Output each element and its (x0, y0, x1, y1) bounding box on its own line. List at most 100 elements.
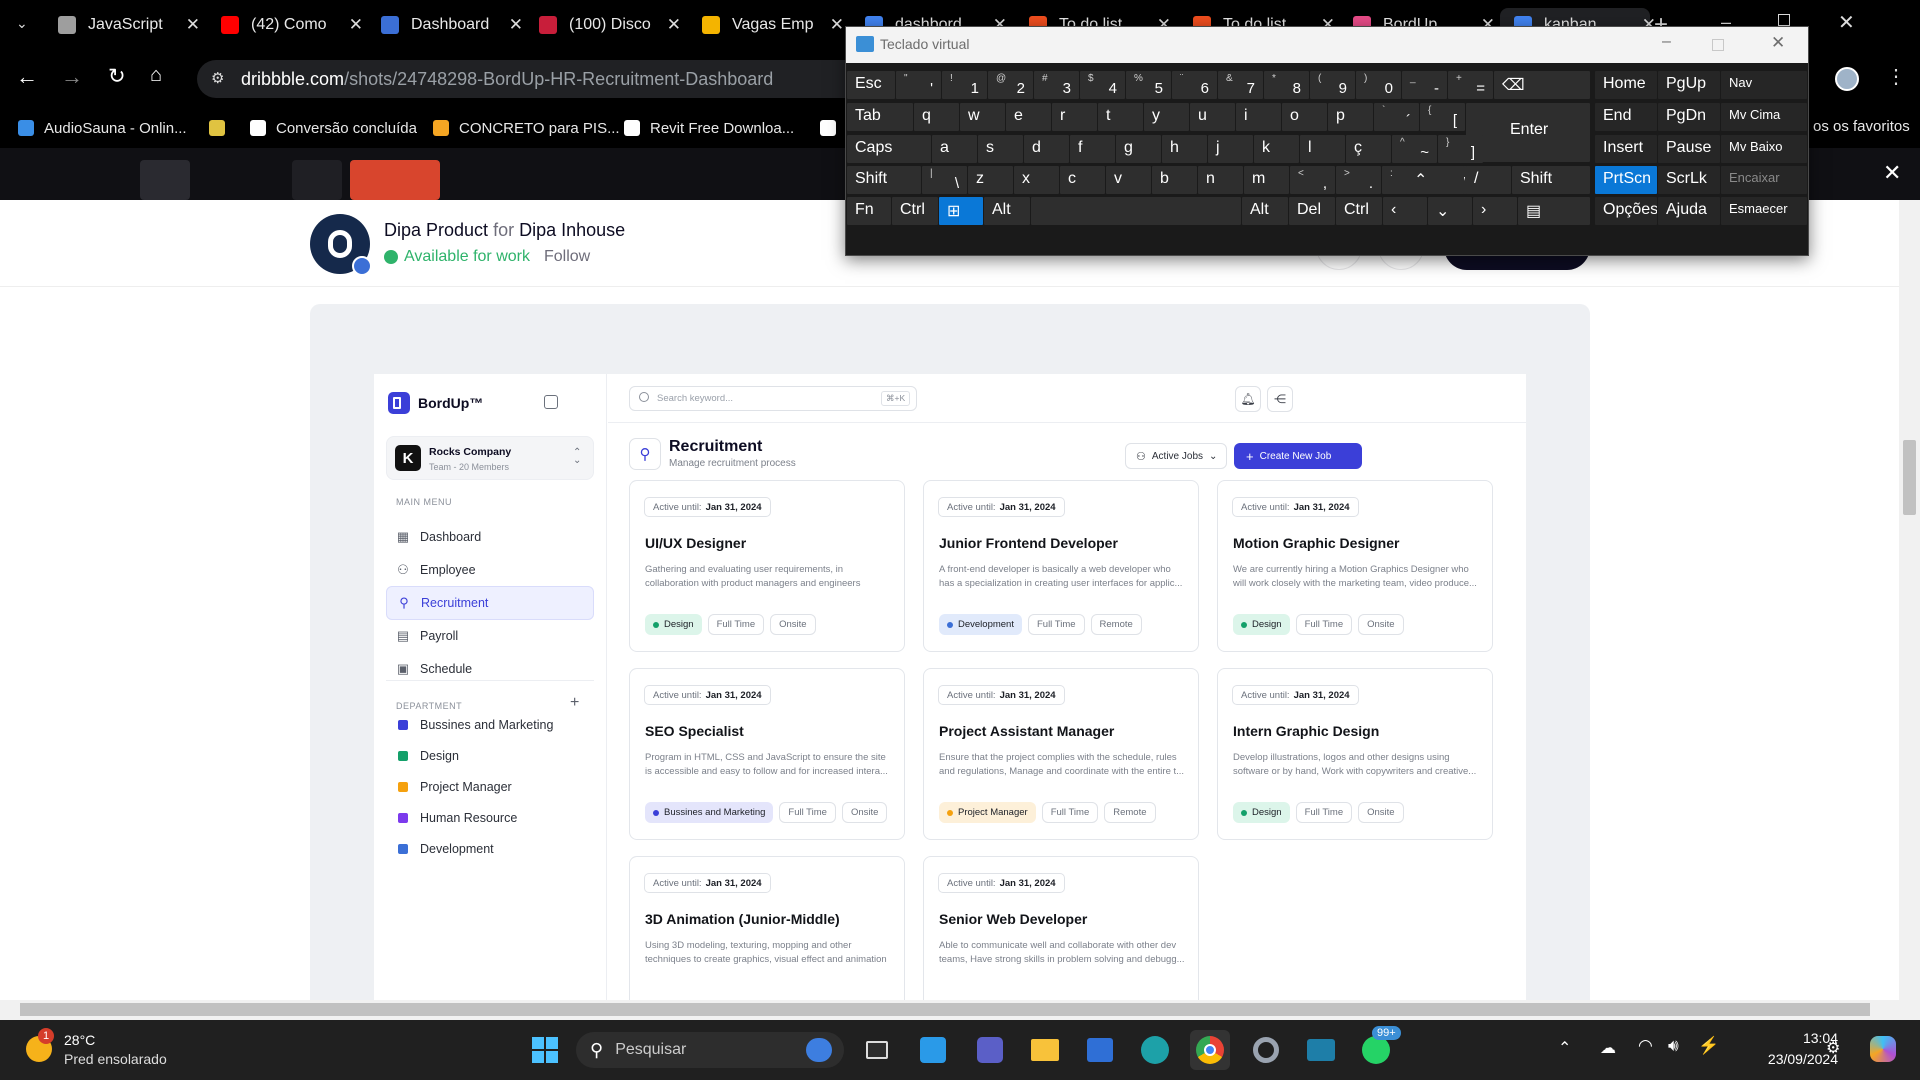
job-card[interactable]: Active until: Jan 31, 2024 UI/UX Designer G… (629, 480, 905, 652)
job-title[interactable]: SEO Specialist (645, 723, 744, 739)
key-left[interactable]: ‹ (1383, 197, 1427, 225)
key-m[interactable]: m (1244, 166, 1289, 194)
collapse-sidebar-icon[interactable] (544, 395, 558, 409)
key-y[interactable]: y (1144, 103, 1189, 131)
browser-tab[interactable]: (42) Como ✕ (207, 8, 363, 42)
browser-tab[interactable]: Dashboard ✕ (367, 8, 523, 42)
job-card[interactable]: Active until: Jan 31, 2024 Junior Frontend… (923, 480, 1199, 652)
key-9[interactable]: >. (1336, 166, 1381, 194)
key-v[interactable]: v (1106, 166, 1151, 194)
job-card[interactable]: Active until: Jan 31, 2024 Intern Graphic … (1217, 668, 1493, 840)
job-card[interactable]: Active until: Jan 31, 2024 Motion Graphic … (1217, 480, 1493, 652)
key-w[interactable]: w (960, 103, 1005, 131)
edge-icon[interactable] (1135, 1030, 1175, 1070)
wifi-icon[interactable]: ◠ (1638, 1036, 1653, 1056)
key-windows[interactable]: ⊞ (939, 197, 983, 225)
sidebar-item-recruitment[interactable]: ⚲ Recruitment (386, 586, 594, 620)
key-home[interactable]: Home (1595, 71, 1657, 99)
job-title[interactable]: 3D Animation (Junior-Middle) (645, 911, 840, 927)
sidebar-item-dashboard[interactable]: ▦ Dashboard (386, 520, 594, 554)
page-vertical-scrollbar[interactable] (1899, 200, 1920, 1000)
key-nav[interactable]: Nav (1721, 71, 1807, 99)
department-item[interactable]: Design (398, 749, 459, 763)
key-0[interactable]: " ' (896, 71, 941, 99)
key-u[interactable]: u (1190, 103, 1235, 131)
key-9[interactable]: (9 (1310, 71, 1355, 99)
department-item[interactable]: Human Resource (398, 811, 517, 825)
key-tab[interactable]: Tab (847, 103, 913, 131)
bookmark-item[interactable]: AudioSauna - Onlin... (18, 116, 187, 140)
close-tab-icon[interactable]: ✕ (830, 15, 844, 35)
keyboard-titlebar[interactable]: Teclado virtual – ✕ (846, 27, 1808, 63)
whatsapp-icon[interactable]: 99+ (1356, 1026, 1401, 1070)
close-tab-icon[interactable]: ✕ (667, 15, 681, 35)
profile-avatar[interactable] (1835, 67, 1859, 91)
key-extra[interactable]: {[ (1420, 103, 1465, 131)
bookmark-item[interactable] (209, 116, 235, 140)
battery-icon[interactable]: ⚡ (1698, 1036, 1719, 1056)
job-title[interactable]: Motion Graphic Designer (1233, 535, 1399, 551)
microsoft-store-icon[interactable] (1080, 1030, 1120, 1070)
back-button[interactable]: ← (16, 64, 38, 90)
key-pgdn[interactable]: PgDn (1658, 103, 1720, 131)
department-item[interactable]: Project Manager (398, 780, 512, 794)
create-job-button[interactable]: + Create New Job (1234, 443, 1362, 469)
add-department-icon[interactable]: + (570, 694, 579, 712)
key-j[interactable]: j (1208, 135, 1253, 163)
start-button[interactable] (525, 1030, 565, 1070)
key-a[interactable]: a (932, 135, 977, 163)
key-r[interactable]: r (1052, 103, 1097, 131)
weather-widget[interactable]: 1 28°C Pred ensolarado (26, 1028, 186, 1070)
file-explorer-icon[interactable] (1025, 1030, 1065, 1070)
key-encaixar[interactable]: Encaixar (1721, 166, 1807, 194)
bookmark-item[interactable] (820, 116, 846, 140)
window-close-button[interactable]: ✕ (1838, 10, 1855, 35)
key-h[interactable]: h (1162, 135, 1207, 163)
key-mvbaixo[interactable]: Mv Baixo (1721, 135, 1807, 163)
key-2[interactable]: @2 (988, 71, 1033, 99)
task-view-icon[interactable] (857, 1030, 897, 1070)
terminal-icon[interactable] (1301, 1030, 1341, 1070)
key-pause[interactable]: Pause (1658, 135, 1720, 163)
author-name[interactable]: Dipa Product (384, 220, 488, 241)
key-t[interactable]: t (1098, 103, 1143, 131)
job-title[interactable]: Project Assistant Manager (939, 723, 1114, 739)
key-slash[interactable]: / (1466, 166, 1511, 194)
close-tab-icon[interactable]: ✕ (509, 15, 523, 35)
key-i[interactable]: i (1236, 103, 1281, 131)
key-1[interactable]: ! 1 (942, 71, 987, 99)
key-esc[interactable]: Esc (847, 71, 895, 99)
key-del[interactable]: Del (1289, 197, 1335, 225)
key-extra[interactable]: ` ´ (1374, 103, 1419, 131)
key-down[interactable]: ⌄ (1428, 197, 1472, 225)
keyboard-maximize-button[interactable] (1712, 39, 1724, 51)
page-horizontal-scrollbar[interactable] (0, 1000, 1920, 1020)
job-title[interactable]: UI/UX Designer (645, 535, 746, 551)
author-avatar[interactable] (310, 214, 372, 276)
key-mvcima[interactable]: Mv Cima (1721, 103, 1807, 131)
key-f[interactable]: f (1070, 135, 1115, 163)
key-scrlk[interactable]: ScrLk (1658, 166, 1720, 194)
key-x[interactable]: x (1014, 166, 1059, 194)
key-c[interactable]: c (1060, 166, 1105, 194)
vscode-icon[interactable] (913, 1030, 953, 1070)
reload-button[interactable]: ↻ (108, 64, 126, 89)
tab-list-dropdown-icon[interactable]: ⌄ (16, 15, 28, 32)
share-button[interactable]: ⋲ (1267, 386, 1293, 412)
teams-icon[interactable] (970, 1030, 1010, 1070)
thumbnail[interactable] (350, 160, 440, 200)
key-extra[interactable]: ^ ~ (1392, 135, 1437, 163)
key-b[interactable]: b (1152, 166, 1197, 194)
active-jobs-dropdown[interactable]: ⚇ Active Jobs ⌄ (1125, 443, 1227, 469)
all-favorites-link[interactable]: os os favoritos (1813, 118, 1910, 135)
key-menu[interactable]: ▤ (1518, 197, 1590, 225)
job-card[interactable]: Active until: Jan 31, 2024 Project Assista… (923, 668, 1199, 840)
key-p[interactable]: p (1328, 103, 1373, 131)
job-title[interactable]: Senior Web Developer (939, 911, 1087, 927)
key-g[interactable]: g (1116, 135, 1161, 163)
department-item[interactable]: Bussines and Marketing (398, 718, 553, 732)
scroll-thumb[interactable] (20, 1003, 1870, 1016)
chrome-icon[interactable] (1190, 1030, 1230, 1070)
settings-icon[interactable] (1246, 1030, 1286, 1070)
taskbar-search[interactable]: ⚲ Pesquisar (576, 1032, 844, 1068)
